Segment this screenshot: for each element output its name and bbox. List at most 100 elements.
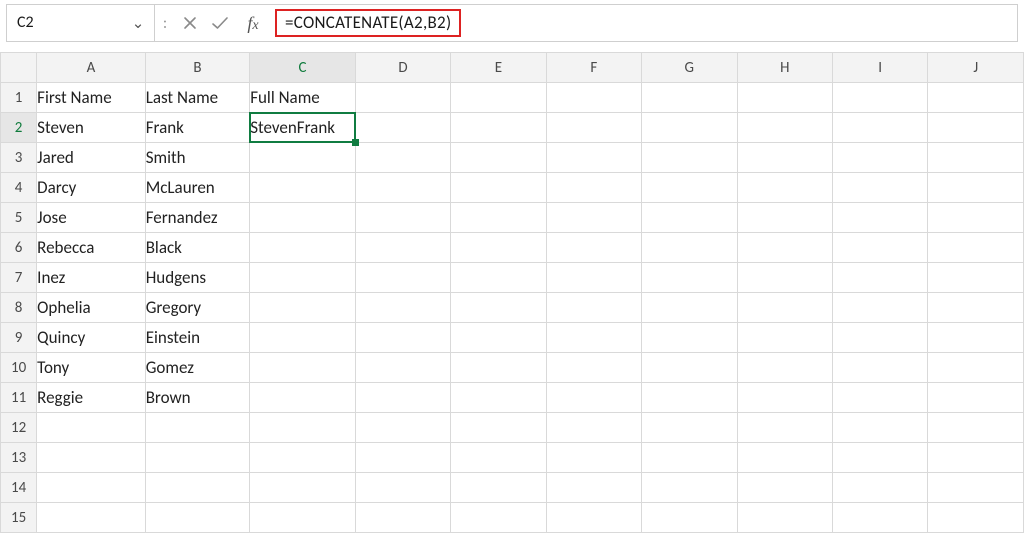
row-header-9[interactable]: 9 (1, 323, 37, 353)
cell-A6[interactable]: Rebecca (37, 233, 146, 263)
cell-D10[interactable] (355, 353, 450, 383)
cell-C1[interactable]: Full Name (250, 83, 356, 113)
cell-C12[interactable] (250, 413, 356, 443)
cell-E5[interactable] (451, 203, 546, 233)
cell-I14[interactable] (832, 473, 927, 503)
cell-I12[interactable] (832, 413, 927, 443)
cell-B5[interactable]: Fernandez (145, 203, 250, 233)
cell-A8[interactable]: Ophelia (37, 293, 146, 323)
column-header-B[interactable]: B (145, 53, 250, 83)
cell-F4[interactable] (546, 173, 641, 203)
cell-E15[interactable] (451, 503, 546, 533)
cell-H3[interactable] (737, 143, 832, 173)
row-header-15[interactable]: 15 (1, 503, 37, 533)
row-header-3[interactable]: 3 (1, 143, 37, 173)
cell-J1[interactable] (928, 83, 1024, 113)
cell-A5[interactable]: Jose (37, 203, 146, 233)
cell-I2[interactable] (832, 113, 927, 143)
row-header-1[interactable]: 1 (1, 83, 37, 113)
cell-C14[interactable] (250, 473, 356, 503)
row-header-13[interactable]: 13 (1, 443, 37, 473)
cell-G14[interactable] (642, 473, 737, 503)
column-header-I[interactable]: I (832, 53, 927, 83)
cell-J2[interactable] (928, 113, 1024, 143)
name-box[interactable]: C2 ⌄ (7, 5, 155, 41)
cell-J10[interactable] (928, 353, 1024, 383)
cell-E13[interactable] (451, 443, 546, 473)
cell-J3[interactable] (928, 143, 1024, 173)
cell-A15[interactable] (37, 503, 146, 533)
cell-C15[interactable] (250, 503, 356, 533)
cell-C3[interactable] (250, 143, 356, 173)
row-header-5[interactable]: 5 (1, 203, 37, 233)
cell-J13[interactable] (928, 443, 1024, 473)
cell-I15[interactable] (832, 503, 927, 533)
cell-J7[interactable] (928, 263, 1024, 293)
cell-J12[interactable] (928, 413, 1024, 443)
cell-D14[interactable] (355, 473, 450, 503)
cell-A4[interactable]: Darcy (37, 173, 146, 203)
cell-B8[interactable]: Gregory (145, 293, 250, 323)
cell-B13[interactable] (145, 443, 250, 473)
cell-F13[interactable] (546, 443, 641, 473)
cell-H15[interactable] (737, 503, 832, 533)
cell-C8[interactable] (250, 293, 356, 323)
cell-H14[interactable] (737, 473, 832, 503)
column-header-G[interactable]: G (642, 53, 737, 83)
cell-A14[interactable] (37, 473, 146, 503)
column-header-D[interactable]: D (355, 53, 450, 83)
cell-C7[interactable] (250, 263, 356, 293)
cell-B2[interactable]: Frank (145, 113, 250, 143)
cell-A10[interactable]: Tony (37, 353, 146, 383)
cell-I1[interactable] (832, 83, 927, 113)
cell-B1[interactable]: Last Name (145, 83, 250, 113)
cell-E8[interactable] (451, 293, 546, 323)
cell-B9[interactable]: Einstein (145, 323, 250, 353)
cell-D2[interactable] (355, 113, 450, 143)
row-header-2[interactable]: 2 (1, 113, 37, 143)
cell-B6[interactable]: Black (145, 233, 250, 263)
cell-I9[interactable] (832, 323, 927, 353)
cell-A7[interactable]: Inez (37, 263, 146, 293)
cell-D4[interactable] (355, 173, 450, 203)
cell-H6[interactable] (737, 233, 832, 263)
cell-E2[interactable] (451, 113, 546, 143)
cell-J11[interactable] (928, 383, 1024, 413)
cell-E3[interactable] (451, 143, 546, 173)
cell-F8[interactable] (546, 293, 641, 323)
cell-C9[interactable] (250, 323, 356, 353)
cell-J15[interactable] (928, 503, 1024, 533)
cell-D12[interactable] (355, 413, 450, 443)
cell-G3[interactable] (642, 143, 737, 173)
cell-F10[interactable] (546, 353, 641, 383)
cell-E1[interactable] (451, 83, 546, 113)
cell-G2[interactable] (642, 113, 737, 143)
column-header-E[interactable]: E (451, 53, 546, 83)
cell-H12[interactable] (737, 413, 832, 443)
row-header-6[interactable]: 6 (1, 233, 37, 263)
row-header-11[interactable]: 11 (1, 383, 37, 413)
cell-G12[interactable] (642, 413, 737, 443)
column-header-F[interactable]: F (546, 53, 641, 83)
column-header-C[interactable]: C (250, 53, 356, 83)
cell-F2[interactable] (546, 113, 641, 143)
cell-G6[interactable] (642, 233, 737, 263)
cell-B3[interactable]: Smith (145, 143, 250, 173)
cell-H11[interactable] (737, 383, 832, 413)
insert-function-button[interactable]: fx (235, 5, 271, 41)
cell-H7[interactable] (737, 263, 832, 293)
cell-G1[interactable] (642, 83, 737, 113)
cell-B7[interactable]: Hudgens (145, 263, 250, 293)
cell-F12[interactable] (546, 413, 641, 443)
name-box-dropdown-icon[interactable]: ⌄ (128, 14, 148, 33)
cell-F9[interactable] (546, 323, 641, 353)
cell-G9[interactable] (642, 323, 737, 353)
cell-E14[interactable] (451, 473, 546, 503)
cell-I13[interactable] (832, 443, 927, 473)
cell-I8[interactable] (832, 293, 927, 323)
cell-H5[interactable] (737, 203, 832, 233)
cell-C2[interactable]: StevenFrank (250, 113, 356, 143)
cell-I3[interactable] (832, 143, 927, 173)
cell-B11[interactable]: Brown (145, 383, 250, 413)
cell-J5[interactable] (928, 203, 1024, 233)
